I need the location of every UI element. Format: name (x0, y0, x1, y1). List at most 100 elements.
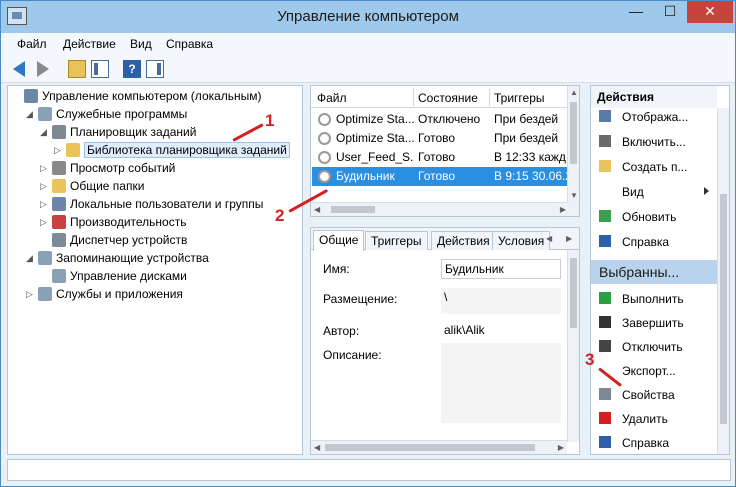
tab-triggers[interactable]: Триггеры (365, 231, 428, 250)
close-button[interactable]: ✕ (687, 1, 733, 23)
task-list-horizontal-scrollbar[interactable]: ◀ ▶ (311, 202, 569, 216)
task-row[interactable]: Optimize Sta... Отключено При бездей (312, 110, 568, 129)
action-item[interactable]: Включить... (591, 131, 715, 153)
action-item[interactable]: Свойства (591, 384, 715, 406)
author-label: Автор: (323, 324, 360, 338)
tabs-scroll-left-icon[interactable]: ◀ (546, 234, 552, 243)
action-item[interactable]: Вид (591, 181, 715, 203)
action-item[interactable]: Отключить (591, 336, 715, 358)
tools-icon (38, 107, 52, 121)
main-window: Управление компьютером — ☐ ✕ Файл Действ… (0, 0, 736, 487)
location-field: \ (441, 288, 561, 314)
actions-scrollbar[interactable] (717, 108, 729, 454)
tree-expander-icon[interactable]: ◢ (40, 127, 48, 137)
action-item[interactable]: Обновить (591, 206, 715, 228)
action-item[interactable]: Справка (591, 231, 715, 253)
tree-expander-icon[interactable]: ▷ (40, 199, 48, 209)
action-item[interactable]: Справка (591, 432, 715, 454)
run-icon (599, 292, 611, 304)
tree-expander-icon[interactable] (12, 91, 20, 101)
tree-expander-icon[interactable] (40, 235, 48, 245)
selected-item-actions-header[interactable]: Выбранны... (591, 260, 717, 284)
tab-conditions[interactable]: Условия (492, 231, 551, 250)
task-trigger: При бездей (494, 112, 559, 126)
back-arrow-icon[interactable] (13, 61, 25, 77)
forward-arrow-icon[interactable] (37, 61, 49, 77)
properties-horizontal-scrollbar[interactable]: ◀ ▶ (311, 440, 567, 454)
tree-node-label: Служебные программы (56, 107, 188, 121)
tree-node-label: Общие папки (70, 179, 145, 193)
tab-general[interactable]: Общие (313, 230, 365, 251)
tree-expander-icon[interactable] (40, 271, 48, 281)
task-row[interactable]: Будильник Готово В 9:15 30.06.2 (312, 167, 568, 186)
tree-node-label: Службы и приложения (56, 287, 183, 301)
task-row[interactable]: Optimize Sta... Готово При бездей (312, 129, 568, 148)
task-name: Optimize Sta... (336, 131, 414, 145)
tree-expander-icon[interactable]: ▷ (40, 217, 48, 227)
action-item[interactable]: Выполнить (591, 288, 715, 310)
new-folder-icon (599, 160, 611, 172)
column-header-triggers[interactable]: Триггеры (494, 91, 545, 105)
location-label: Размещение: (323, 292, 398, 306)
title-bar: Управление компьютером — ☐ ✕ (1, 1, 735, 33)
action-item[interactable]: Отобража... (591, 106, 715, 128)
action-label: Отобража... (622, 110, 689, 124)
task-list-vertical-scrollbar[interactable]: ▲ ▼ (567, 86, 579, 216)
up-folder-icon[interactable] (68, 60, 86, 78)
properties-tabs: Общие Триггеры Действия Условия ◀ ▶ (311, 228, 579, 251)
task-clock-icon (318, 151, 331, 164)
column-header-state[interactable]: Состояние (418, 91, 478, 105)
users-icon (52, 197, 66, 211)
menu-view[interactable]: Вид (130, 37, 152, 51)
help-icon[interactable]: ? (123, 60, 141, 78)
tree-node-label: Просмотр событий (70, 161, 176, 175)
task-state: Готово (418, 131, 456, 145)
properties-vertical-scrollbar[interactable] (567, 250, 579, 442)
description-field[interactable] (441, 343, 561, 423)
maximize-button[interactable]: ☐ (653, 1, 687, 23)
disk-icon (52, 269, 66, 283)
description-label: Описание: (323, 348, 382, 362)
action-item[interactable]: Удалить (591, 408, 715, 430)
action-label: Включить... (622, 135, 686, 149)
status-bar (7, 459, 731, 481)
column-header-file[interactable]: Файл (317, 91, 347, 105)
annotation-3: 3 (585, 350, 595, 369)
toolbar: ? (1, 55, 735, 83)
menu-file[interactable]: Файл (17, 37, 47, 51)
tree-expander-icon[interactable]: ▷ (40, 181, 48, 191)
tree-expander-icon[interactable]: ▷ (40, 163, 48, 173)
tree-expander-icon[interactable]: ▷ (26, 289, 34, 299)
show-hide-actions-icon[interactable] (146, 60, 164, 78)
menu-action[interactable]: Действие (63, 37, 116, 51)
task-clock-icon (318, 113, 331, 126)
delete-icon (599, 412, 611, 424)
task-list: Файл Состояние Триггеры Optimize Sta... О… (310, 85, 580, 217)
console-tree: Управление компьютером (локальным) ◢ Служе… (7, 85, 303, 455)
task-clock-icon (318, 170, 331, 183)
tree-expander-icon[interactable]: ▷ (54, 145, 62, 155)
name-field[interactable]: Будильник (441, 259, 561, 279)
tree-node-label: Запоминающие устройства (56, 251, 209, 265)
menu-help[interactable]: Справка (166, 37, 213, 51)
action-item[interactable]: Завершить (591, 312, 715, 334)
clock-icon (52, 125, 66, 139)
tabs-scroll-right-icon[interactable]: ▶ (566, 234, 572, 243)
actions-pane: Действия Отобража... Включить... Создать п… (590, 85, 730, 455)
tree-expander-icon[interactable]: ◢ (26, 253, 34, 263)
tree-expander-icon[interactable]: ◢ (26, 109, 34, 119)
task-state: Готово (418, 169, 456, 183)
help-icon (599, 235, 611, 247)
action-item[interactable]: Создать п... (591, 156, 715, 178)
task-row[interactable]: User_Feed_S... Готово В 12:33 кажд (312, 148, 568, 167)
task-trigger: В 12:33 кажд (494, 150, 566, 164)
task-state: Готово (418, 150, 456, 164)
tab-actions[interactable]: Действия (431, 231, 496, 250)
tree-node-label: Управление компьютером (локальным) (42, 89, 262, 103)
action-label: Вид (622, 185, 644, 199)
properties-icon (599, 388, 611, 400)
show-hide-tree-icon[interactable] (91, 60, 109, 78)
minimize-button[interactable]: — (619, 1, 653, 23)
tree-node-label: Локальные пользователи и группы (70, 197, 264, 211)
tree-node-label: Планировщик заданий (70, 125, 197, 139)
